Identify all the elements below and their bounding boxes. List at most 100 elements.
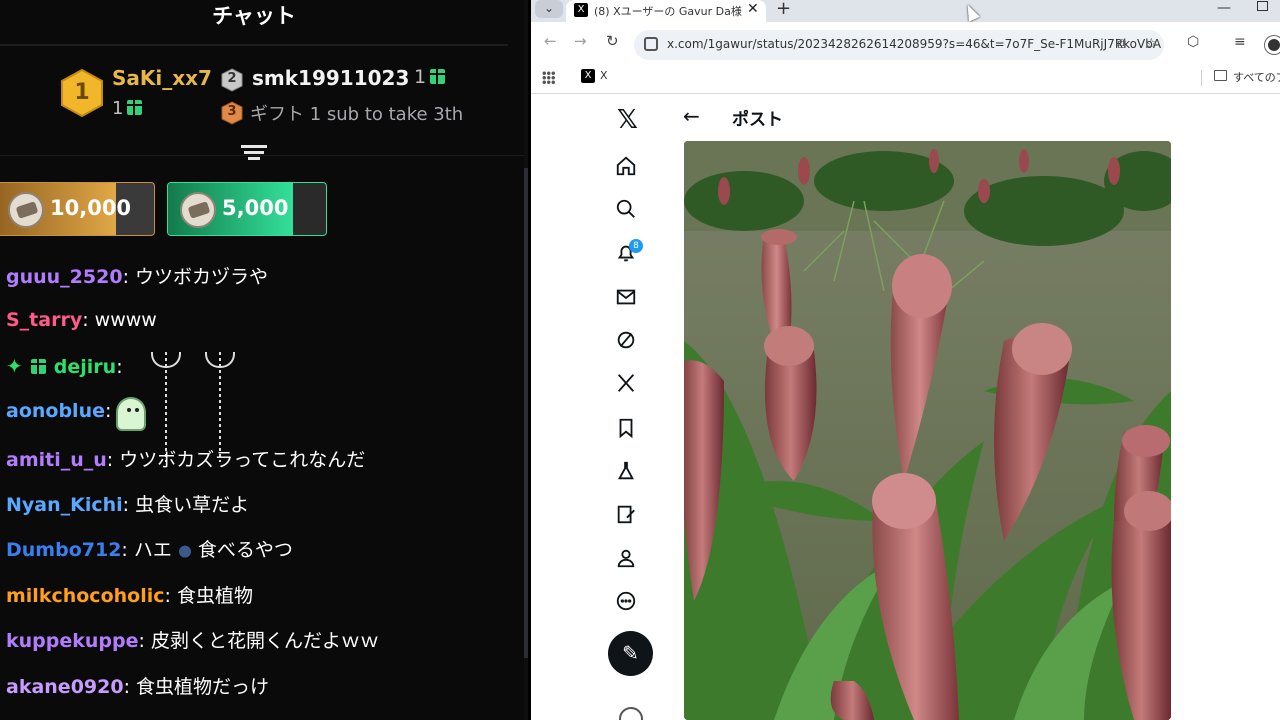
- chat-username[interactable]: guuu_2520: [6, 266, 123, 288]
- chat-colon: :: [104, 400, 112, 422]
- tab-search-dropdown-icon[interactable]: ⌄: [535, 0, 563, 18]
- site-info-icon[interactable]: [644, 37, 658, 51]
- grok-icon[interactable]: [615, 329, 645, 359]
- chat-message: ✦ dejiru:: [6, 354, 123, 378]
- jobs-flask-icon[interactable]: [615, 460, 645, 490]
- tab-strip: ⌄ X (8) Xユーザーの Gavur Da様さん: [E ✕ + —: [531, 0, 1280, 22]
- leader-1-name[interactable]: SaKi_xx7: [112, 66, 212, 90]
- browser-toolbar: ← → ↻ x.com/1gawur/status/20234282626142…: [531, 22, 1280, 66]
- chat-text: 虫食い草だよ: [135, 494, 250, 516]
- bookmarks-divider: [1201, 70, 1202, 86]
- chat-message: aonoblue:: [6, 400, 111, 422]
- chat-text-before: ハエ: [133, 539, 172, 561]
- gift-badge-icon: [30, 359, 46, 374]
- x-bookmark-icon[interactable]: X: [581, 69, 595, 83]
- chat-username[interactable]: kuppekuppe: [6, 630, 139, 652]
- url-text[interactable]: x.com/1gawur/status/2023428262614208959?…: [667, 37, 1161, 51]
- chat-colon: :: [123, 676, 137, 698]
- gift-icon: [430, 69, 446, 84]
- chat-title: チャット: [0, 0, 508, 46]
- bookmarks-bar: X X すべてのブッ: [531, 66, 1280, 94]
- chat-text: ウツボカヅラや: [135, 266, 269, 288]
- chat-text: ウツボカズラってこれなんだ: [119, 449, 366, 471]
- chat-scrollbar[interactable]: [524, 0, 528, 720]
- rank-3-badge: 3: [221, 101, 243, 125]
- chat-text: 食虫植物: [176, 585, 253, 607]
- chat-username[interactable]: S_tarry: [6, 309, 82, 331]
- chat-colon: :: [116, 356, 123, 378]
- forward-icon[interactable]: →: [574, 32, 587, 50]
- chat-username[interactable]: Dumbo712: [6, 539, 121, 561]
- gift-icon: [127, 100, 143, 115]
- account-switcher-icon[interactable]: [619, 707, 643, 720]
- home-icon[interactable]: [615, 155, 645, 185]
- explore-search-icon[interactable]: [615, 198, 645, 228]
- address-bar[interactable]: x.com/1gawur/status/2023428262614208959?…: [634, 30, 1164, 60]
- chat-username[interactable]: dejiru: [54, 356, 116, 378]
- chat-scrollbar-thumb[interactable]: [524, 168, 528, 658]
- tab-active[interactable]: X (8) Xユーザーの Gavur Da様さん: [E ✕: [566, 0, 766, 22]
- rank-3-number: 3: [227, 104, 237, 119]
- tab-title: (8) Xユーザーの Gavur Da様さん: [E: [594, 5, 742, 18]
- chat-username[interactable]: akane0920: [6, 676, 124, 698]
- messages-mail-icon[interactable]: [615, 286, 645, 316]
- chat-message: amiti_u_u: ウツボカズラってこれなんだ: [6, 445, 365, 472]
- chat-message: kuppekuppe: 皮剥くと花開くんだよｗｗ: [6, 626, 379, 653]
- browser-window: ⌄ X (8) Xユーザーの Gavur Da様さん: [E ✕ + — ← →…: [531, 0, 1280, 720]
- chat-username[interactable]: amiti_u_u: [6, 449, 107, 471]
- reading-list-icon[interactable]: ≡: [1234, 34, 1246, 50]
- back-icon[interactable]: ←: [544, 32, 557, 50]
- all-bookmarks-label[interactable]: すべてのブッ: [1233, 69, 1280, 85]
- chat-message: milkchocoholic: 食虫植物: [6, 581, 253, 608]
- premium-x-icon[interactable]: [615, 372, 645, 402]
- coin-icon: [180, 192, 216, 228]
- chat-message: Dumbo712: ハエ 食べるやつ: [6, 535, 293, 562]
- mouse-cursor-icon: [962, 2, 980, 22]
- collapse-leaderboard-icon[interactable]: [241, 145, 267, 167]
- leader-3-gift-prompt[interactable]: ギフト 1 sub to take 3th: [250, 100, 463, 126]
- extensions-icon[interactable]: ⬡: [1187, 34, 1199, 50]
- rank-2-badge: 2: [221, 68, 243, 92]
- chat-username[interactable]: milkchocoholic: [6, 585, 165, 607]
- apps-grid-icon[interactable]: [542, 71, 555, 84]
- pitcher-plant-photo[interactable]: [684, 141, 1171, 720]
- x-bookmark-label[interactable]: X: [600, 69, 608, 82]
- chat-colon: :: [122, 266, 136, 288]
- notification-count-badge: 8: [629, 239, 643, 253]
- more-options-icon[interactable]: [615, 590, 645, 620]
- minimize-window-icon[interactable]: —: [1217, 0, 1231, 16]
- folder-icon[interactable]: [1214, 70, 1227, 81]
- profile-icon[interactable]: [615, 547, 645, 577]
- goal-bar-1[interactable]: 10,000: [0, 182, 155, 236]
- chat-message: S_tarry: wwww: [6, 309, 157, 331]
- sparkle-badge-icon: ✦: [6, 354, 23, 378]
- maximize-window-icon[interactable]: [1257, 1, 1268, 11]
- rank-1-number: 1: [74, 80, 90, 105]
- install-app-icon[interactable]: ⧉: [1116, 36, 1126, 52]
- leader-1-count: 1: [112, 98, 143, 119]
- new-tab-icon[interactable]: +: [776, 0, 791, 19]
- notifications-bell-icon[interactable]: 8: [615, 239, 645, 272]
- chat-text: 皮剥くと花開くんだよｗｗ: [150, 630, 379, 652]
- chat-username[interactable]: aonoblue: [6, 400, 105, 422]
- x-favicon-icon: X: [574, 3, 588, 17]
- profile-avatar[interactable]: [1265, 36, 1280, 54]
- chat-username[interactable]: Nyan_Kichi: [6, 494, 123, 516]
- chat-colon: :: [121, 539, 134, 561]
- communities-edit-icon[interactable]: [615, 503, 645, 533]
- bookmark-star-icon[interactable]: ☆: [1145, 36, 1158, 52]
- leader-1-count-value: 1: [112, 98, 124, 119]
- post-page-title: ポスト: [732, 110, 783, 130]
- reload-icon[interactable]: ↻: [606, 32, 619, 50]
- tab-close-icon[interactable]: ✕: [747, 1, 759, 17]
- leader-2-name[interactable]: smk19911023: [252, 66, 409, 90]
- ghost-emote-icon: [116, 397, 146, 431]
- pitcher-plant-illustration: [684, 141, 1171, 720]
- x-logo-icon[interactable]: 𝕏: [617, 105, 638, 135]
- bookmarks-icon[interactable]: [615, 417, 645, 447]
- chat-colon: :: [138, 630, 151, 652]
- compose-post-icon[interactable]: ✎: [608, 631, 653, 676]
- back-arrow-icon[interactable]: ←: [683, 104, 700, 128]
- goal-bar-2[interactable]: 5,000: [167, 182, 327, 236]
- chat-colon: :: [106, 449, 120, 471]
